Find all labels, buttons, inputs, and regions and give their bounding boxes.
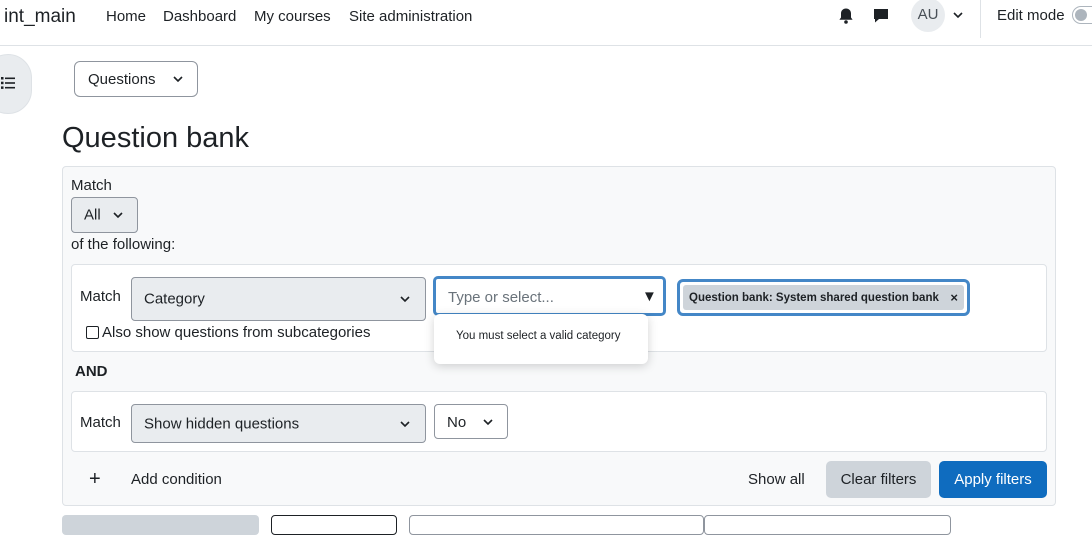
selected-category-label: Question bank: System shared question ba… (689, 292, 939, 304)
nav-dashboard[interactable]: Dashboard (163, 8, 236, 25)
condition-match-label: Match (80, 414, 121, 431)
page-title: Question bank (62, 122, 250, 154)
category-search-input[interactable] (446, 285, 626, 309)
question-bank-nav-value: Questions (88, 71, 156, 88)
nav-divider (980, 0, 981, 38)
chevron-down-icon (173, 76, 183, 83)
user-avatar[interactable]: AU (911, 0, 945, 32)
match-type-select[interactable]: All (71, 197, 138, 233)
edit-mode-toggle[interactable] (1072, 6, 1092, 24)
chevron-down-icon (483, 418, 493, 425)
bell-icon[interactable] (836, 6, 856, 26)
nav-my-courses[interactable]: My courses (254, 8, 331, 25)
condition-type-select[interactable]: Show hidden questions (131, 404, 426, 443)
chevron-down-icon (400, 420, 410, 427)
match-type-value: All (84, 206, 101, 224)
add-condition-button[interactable]: Add condition (131, 471, 222, 488)
condition-type-value: Show hidden questions (144, 415, 300, 432)
hidden-value-select[interactable]: No (434, 404, 508, 439)
condition-match-label: Match (80, 288, 121, 305)
plus-icon[interactable]: + (89, 468, 101, 491)
course-index-drawer-button[interactable] (0, 54, 32, 114)
subcategories-label: Also show questions from subcategories (102, 324, 371, 341)
category-error-popover: You must select a valid category (434, 314, 648, 364)
column-control[interactable] (704, 515, 951, 535)
create-question-button[interactable] (62, 515, 259, 535)
edit-mode-label: Edit mode (997, 7, 1065, 24)
nav-home[interactable]: Home (106, 8, 146, 25)
selected-category-box: Question bank: System shared question ba… (677, 279, 970, 316)
close-icon[interactable]: × (950, 290, 958, 305)
hidden-value: No (447, 414, 467, 431)
subcategories-checkbox[interactable] (86, 326, 99, 339)
condition-type-select[interactable]: Category (131, 277, 426, 321)
selected-category-tag[interactable]: Question bank: System shared question ba… (683, 285, 964, 310)
condition-type-value: Category (144, 290, 205, 308)
chevron-down-icon (400, 296, 410, 303)
bulk-action-button[interactable] (271, 515, 397, 535)
show-all-button[interactable]: Show all (748, 471, 805, 488)
chevron-down-icon[interactable] (952, 9, 964, 21)
chat-icon[interactable] (871, 6, 891, 26)
of-the-following-label: of the following: (71, 236, 176, 253)
clear-filters-button[interactable]: Clear filters (826, 461, 931, 498)
chevron-down-icon (113, 212, 123, 219)
join-operator-label: AND (75, 363, 108, 380)
list-icon (1, 77, 15, 89)
category-typeahead[interactable]: ▼ (433, 276, 666, 316)
column-control[interactable] (409, 515, 704, 535)
nav-site-administration[interactable]: Site administration (349, 8, 472, 25)
category-error-message: You must select a valid category (456, 330, 621, 342)
apply-filters-button[interactable]: Apply filters (939, 461, 1047, 498)
top-navbar: int_main Home Dashboard My courses Site … (0, 0, 1092, 46)
site-brand[interactable]: int_main (4, 6, 76, 28)
question-bank-nav-select[interactable]: Questions (74, 61, 198, 97)
match-label: Match (71, 177, 112, 194)
dropdown-arrow-icon[interactable]: ▼ (642, 288, 657, 305)
